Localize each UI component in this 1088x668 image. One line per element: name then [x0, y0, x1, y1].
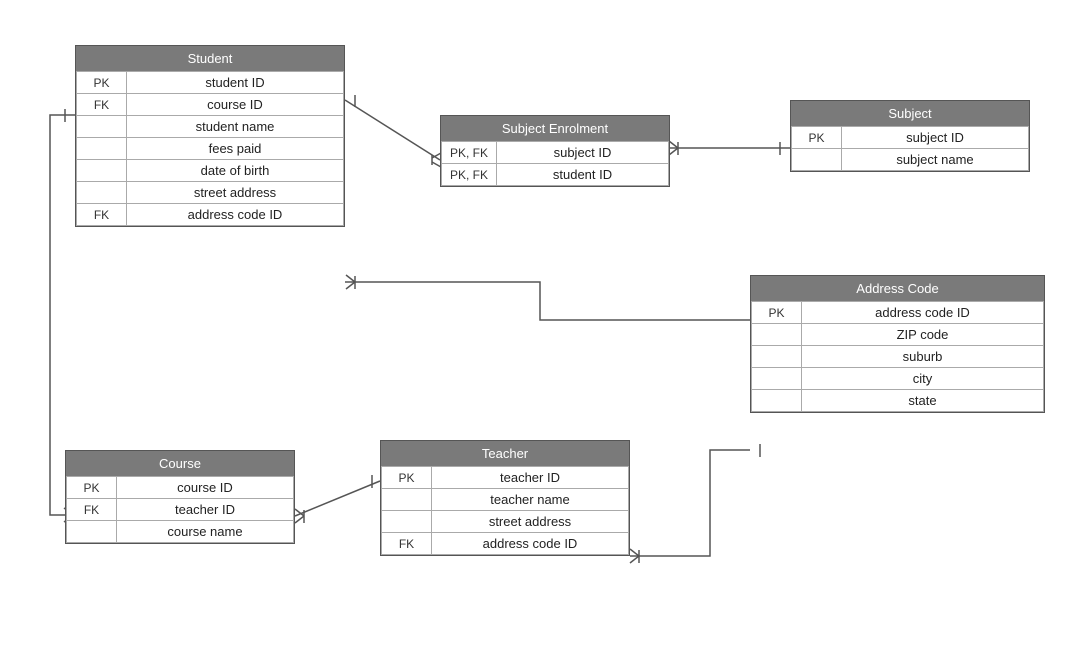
table-row: state: [752, 390, 1044, 412]
table-row: street address: [382, 511, 629, 533]
subject-enrolment-table-header: Subject Enrolment: [441, 116, 669, 141]
key-cell: PK: [67, 477, 117, 499]
address-code-table: Address Code PK address code ID ZIP code…: [750, 275, 1045, 413]
field-cell: student name: [127, 116, 344, 138]
key-cell: [752, 390, 802, 412]
table-row: city: [752, 368, 1044, 390]
table-row: date of birth: [77, 160, 344, 182]
student-table-header: Student: [76, 46, 344, 71]
student-table: Student PK student ID FK course ID stude…: [75, 45, 345, 227]
field-cell: street address: [432, 511, 629, 533]
table-row: fees paid: [77, 138, 344, 160]
field-cell: subject ID: [497, 142, 669, 164]
table-row: FK course ID: [77, 94, 344, 116]
key-cell: FK: [67, 499, 117, 521]
key-cell: PK, FK: [442, 164, 497, 186]
field-cell: ZIP code: [802, 324, 1044, 346]
field-cell: subject ID: [842, 127, 1029, 149]
table-row: PK student ID: [77, 72, 344, 94]
field-cell: state: [802, 390, 1044, 412]
table-row: PK teacher ID: [382, 467, 629, 489]
field-cell: address code ID: [432, 533, 629, 555]
key-cell: PK, FK: [442, 142, 497, 164]
field-cell: city: [802, 368, 1044, 390]
key-cell: PK: [752, 302, 802, 324]
table-row: FK address code ID: [382, 533, 629, 555]
key-cell: [67, 521, 117, 543]
key-cell: PK: [77, 72, 127, 94]
subject-enrolment-table: Subject Enrolment PK, FK subject ID PK, …: [440, 115, 670, 187]
course-table-header: Course: [66, 451, 294, 476]
subject-table-header: Subject: [791, 101, 1029, 126]
table-row: FK address code ID: [77, 204, 344, 226]
field-cell: course ID: [117, 477, 294, 499]
table-row: PK, FK subject ID: [442, 142, 669, 164]
teacher-table: Teacher PK teacher ID teacher name stree…: [380, 440, 630, 556]
key-cell: [792, 149, 842, 171]
field-cell: course ID: [127, 94, 344, 116]
teacher-table-header: Teacher: [381, 441, 629, 466]
diagram-container: Student PK student ID FK course ID stude…: [0, 0, 1088, 668]
key-cell: [77, 182, 127, 204]
field-cell: student ID: [127, 72, 344, 94]
subject-table: Subject PK subject ID subject name: [790, 100, 1030, 172]
table-row: suburb: [752, 346, 1044, 368]
field-cell: suburb: [802, 346, 1044, 368]
key-cell: PK: [382, 467, 432, 489]
field-cell: date of birth: [127, 160, 344, 182]
field-cell: teacher ID: [432, 467, 629, 489]
field-cell: address code ID: [127, 204, 344, 226]
table-row: PK, FK student ID: [442, 164, 669, 186]
key-cell: [77, 138, 127, 160]
key-cell: [77, 160, 127, 182]
field-cell: course name: [117, 521, 294, 543]
table-row: ZIP code: [752, 324, 1044, 346]
key-cell: PK: [792, 127, 842, 149]
table-row: subject name: [792, 149, 1029, 171]
table-row: PK subject ID: [792, 127, 1029, 149]
field-cell: street address: [127, 182, 344, 204]
table-row: teacher name: [382, 489, 629, 511]
field-cell: teacher ID: [117, 499, 294, 521]
key-cell: [382, 511, 432, 533]
field-cell: teacher name: [432, 489, 629, 511]
key-cell: [382, 489, 432, 511]
table-row: student name: [77, 116, 344, 138]
table-row: street address: [77, 182, 344, 204]
key-cell: [752, 368, 802, 390]
key-cell: [752, 346, 802, 368]
key-cell: [77, 116, 127, 138]
field-cell: student ID: [497, 164, 669, 186]
key-cell: FK: [77, 94, 127, 116]
key-cell: [752, 324, 802, 346]
table-row: course name: [67, 521, 294, 543]
table-row: FK teacher ID: [67, 499, 294, 521]
table-row: PK address code ID: [752, 302, 1044, 324]
table-row: PK course ID: [67, 477, 294, 499]
address-code-table-header: Address Code: [751, 276, 1044, 301]
course-table: Course PK course ID FK teacher ID course…: [65, 450, 295, 544]
field-cell: fees paid: [127, 138, 344, 160]
field-cell: address code ID: [802, 302, 1044, 324]
key-cell: FK: [382, 533, 432, 555]
field-cell: subject name: [842, 149, 1029, 171]
key-cell: FK: [77, 204, 127, 226]
